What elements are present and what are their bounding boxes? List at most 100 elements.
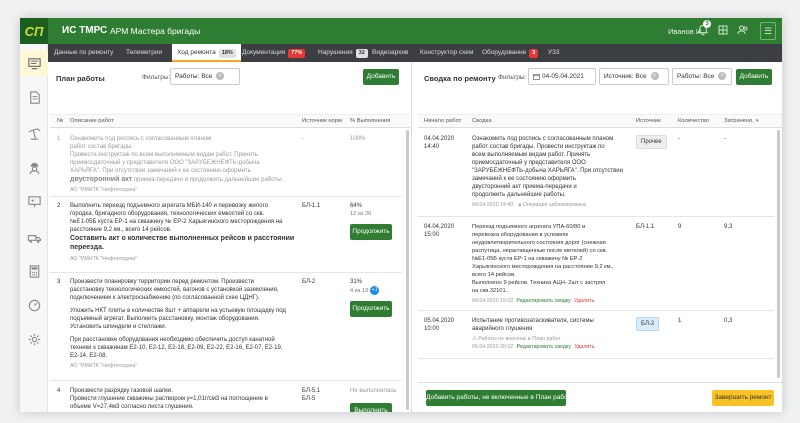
tab-uz3[interactable]: УЗ3 xyxy=(548,44,560,62)
menu-icon[interactable]: ☰ xyxy=(760,22,776,40)
summary-line: Переезд подъемного агрегата УПА-60/80 и xyxy=(472,224,586,230)
row-meta-time: 04.04.2020 14:40 xyxy=(472,202,514,208)
row-spent: - xyxy=(724,136,726,142)
desc-line: №Е1-05Б куста ЕР-1 на скважину № ЕР-2 Ха… xyxy=(70,219,283,225)
calculator-icon[interactable] xyxy=(20,258,48,284)
summary-line: Харьягинского месторождения на расстояни… xyxy=(472,264,614,270)
desc-line: Провести глушение скважины раствором у=1… xyxy=(70,396,268,402)
summary-line: Ознакомить под роспись с согласованным п… xyxy=(472,136,614,142)
lock-icon: 🔒︎ xyxy=(518,202,522,208)
monitor-icon[interactable] xyxy=(20,50,48,76)
tab-video-archive[interactable]: Видеоархив xyxy=(372,44,408,62)
edit-summary-link[interactable]: Редактировать сводку xyxy=(516,298,570,304)
app-subtitle: АРМ Мастера бригады xyxy=(110,26,201,36)
row-source: БЛ-2 xyxy=(302,279,316,285)
tab-repair-progress[interactable]: Ход ремонта 18% xyxy=(172,44,241,62)
row-percent: 64% xyxy=(350,203,363,209)
summary-title: Сводка по ремонту xyxy=(424,74,496,83)
table-row[interactable]: 04.04.2020 14:40 Ознакомить под роспись … xyxy=(418,129,774,217)
row-spent: 9,3 xyxy=(724,224,733,230)
chip-text: Работы: Все xyxy=(677,73,715,80)
truck-icon[interactable] xyxy=(20,224,48,250)
clear-filter-icon[interactable]: × xyxy=(718,72,727,81)
table-row[interactable]: 1 Ознакомить под роспись с согласованным… xyxy=(50,129,402,197)
table-row[interactable]: 2 Выполнить переезд подъемного агрегата … xyxy=(50,197,402,273)
row-date: 04.04.2020 xyxy=(424,136,455,142)
tab-documentation[interactable]: Документация 77% xyxy=(242,44,306,62)
desc-bold: Составить акт о количестве выполненных р… xyxy=(70,235,295,251)
row-summary: Ознакомить под роспись с согласованным п… xyxy=(472,135,632,209)
presentation-icon[interactable] xyxy=(20,188,48,214)
col-num: № xyxy=(57,118,64,124)
settings-icon[interactable] xyxy=(20,326,48,352)
row-progress-count: 12 из 20 xyxy=(350,211,372,217)
logo-text: СП xyxy=(24,23,44,39)
tab-schema-builder[interactable]: Конструктор схем xyxy=(420,44,473,62)
plan-table-header: № Описание работ Источник норм % Выполне… xyxy=(50,114,410,128)
execute-button[interactable]: Выполнить xyxy=(350,403,392,412)
table-row[interactable]: 04.04.2020 15:00 Переезд подъемного агре… xyxy=(418,217,774,311)
finish-repair-button[interactable]: Завершить ремонт xyxy=(712,390,774,406)
plan-add-button[interactable]: Добавить xyxy=(363,69,399,85)
worker-icon[interactable] xyxy=(20,154,48,180)
tab-label: Документация xyxy=(242,49,286,56)
row-percent: 100% xyxy=(350,136,366,142)
row-datetime: 05.04.2020 10:00 xyxy=(424,317,454,333)
date-filter[interactable]: 04-05.04.2021 xyxy=(528,68,596,85)
summary-add-button[interactable]: Добавить xyxy=(736,69,772,85)
row-desc: Произвести планировку территории перед р… xyxy=(70,278,302,370)
tab-repair-data[interactable]: Данные по ремонту xyxy=(54,44,113,62)
plan-works-filter[interactable]: Работы: Все × xyxy=(170,68,240,85)
document-icon[interactable] xyxy=(20,84,48,110)
row-qty: 1 xyxy=(678,318,682,324)
tab-equipment[interactable]: Оборудование 3 xyxy=(482,44,539,62)
row-source: БЛ-5.1 БЛ-5 xyxy=(302,387,320,403)
add-outside-plan-button[interactable]: Добавить работы, не включенные в План ра… xyxy=(426,390,571,406)
edit-summary-link[interactable]: Редактировать сводку xyxy=(517,344,571,350)
desc-line: городка, бригадного оборудования, технол… xyxy=(70,211,265,217)
clear-filter-icon[interactable]: × xyxy=(216,72,225,81)
row-datetime: 04.04.2020 14:40 xyxy=(424,135,454,151)
desc-line: расстояние 9,2 км., всего 14 рейсов. xyxy=(70,227,172,233)
desc-line: Произвести планировку территории перед р… xyxy=(70,279,254,285)
delete-link[interactable]: Удалить xyxy=(574,344,594,350)
delete-link[interactable]: Удалить xyxy=(574,298,594,304)
row-time: 14:40 xyxy=(424,144,440,150)
pumpjack-icon[interactable] xyxy=(20,120,48,146)
desc-line: Установить шпиндели и стеллажи. xyxy=(70,324,167,330)
continue-button[interactable]: Продолжить xyxy=(350,301,392,317)
desc-line: Провести инструктаж по всем выполняемым … xyxy=(70,152,258,158)
continue-button[interactable]: Продолжить xyxy=(350,224,392,240)
col-spent: Затрачено, ч xyxy=(724,118,759,124)
top-bar: СП ИС ТМРС АРМ Мастера бригады Иванов И.… xyxy=(20,18,782,44)
row-datetime: 04.04.2020 15:00 xyxy=(424,223,454,239)
plan-scrollbar[interactable] xyxy=(406,130,409,410)
row-summary: Переезд подъемного агрегата УПА-60/80 и … xyxy=(472,223,634,305)
users-icon[interactable] xyxy=(736,24,750,38)
grid-icon[interactable] xyxy=(716,24,730,38)
tab-telemetry[interactable]: Телеметрия xyxy=(126,44,162,62)
progress-badge: +1 xyxy=(370,286,380,295)
table-row[interactable]: 05.04.2020 10:00 Испытание противозатаск… xyxy=(418,311,774,359)
row-meta-time: 05.04.2020 20:02 xyxy=(472,344,514,350)
summary-scrollbar[interactable] xyxy=(777,130,780,378)
clear-filter-icon[interactable]: × xyxy=(650,72,659,81)
table-row[interactable]: 4 Произвести разрядку газовой шапки. Про… xyxy=(50,381,402,412)
row-org: АО "РМНТК "Нефтеотдача" xyxy=(70,256,138,262)
col-source: Источник xyxy=(636,118,661,124)
sidebar xyxy=(20,44,48,412)
progress-count-text: 4 из 13 xyxy=(350,287,369,294)
table-row[interactable]: 3 Произвести планировку территории перед… xyxy=(50,273,402,381)
row-num: 1 xyxy=(57,136,61,142)
row-summary: Испытание противозатаскивателя, системы … xyxy=(472,317,634,351)
source-filter[interactable]: Источник: Все × xyxy=(599,68,669,85)
source-line: БЛ-5 xyxy=(302,396,316,402)
summary-filter-label: Фильтры: xyxy=(498,74,527,81)
summary-line: на скв.32101.. xyxy=(472,288,509,294)
works-filter[interactable]: Работы: Все × xyxy=(672,68,732,85)
app-logo[interactable]: СП xyxy=(20,18,48,44)
tab-violations[interactable]: Нарушения 32 xyxy=(318,44,368,62)
calendar-icon xyxy=(533,73,540,80)
summary-line: неудовлетворительного состояния дорог (с… xyxy=(472,240,606,246)
gauge-icon[interactable] xyxy=(20,292,48,318)
